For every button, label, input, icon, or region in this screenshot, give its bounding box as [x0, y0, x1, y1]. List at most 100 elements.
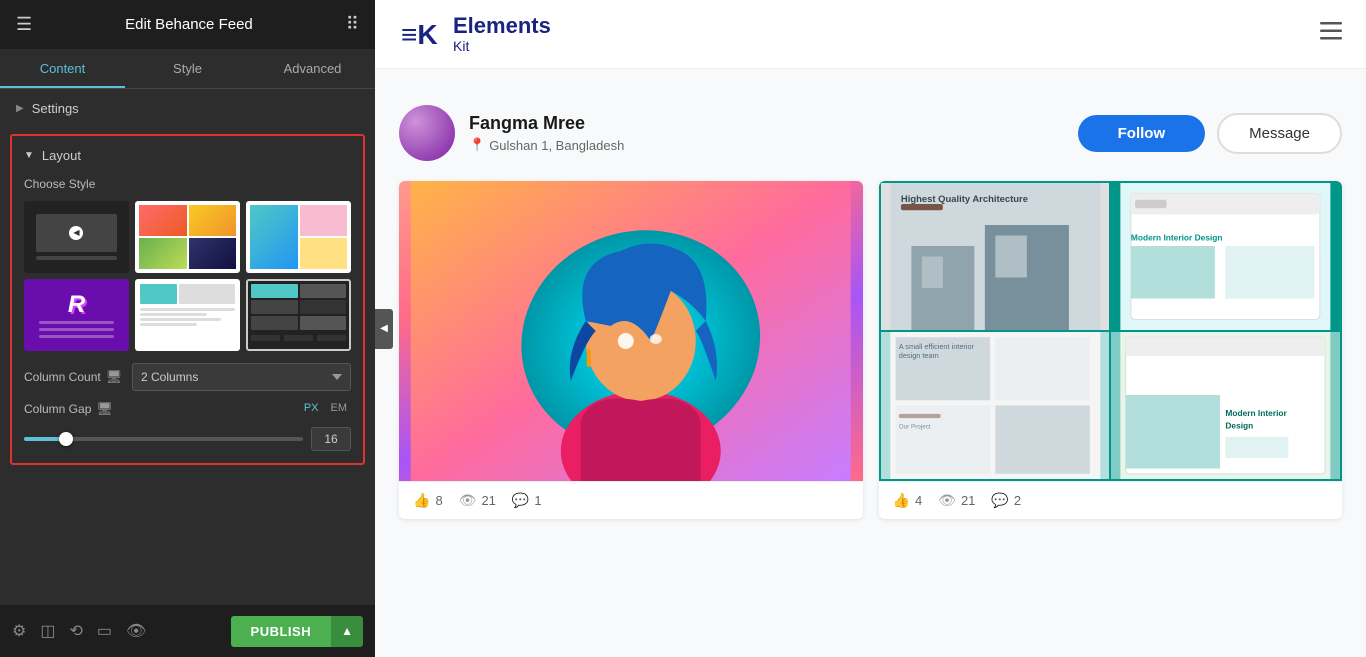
thumb-6-cell-2 [300, 284, 347, 298]
settings-label: Settings [32, 101, 79, 116]
thumb-2-cell-2 [189, 205, 237, 236]
svg-text:≡K: ≡K [401, 19, 438, 50]
unit-em-btn[interactable]: EM [327, 401, 352, 415]
thumb-3-cell-1 [250, 205, 298, 269]
tab-content[interactable]: Content [0, 49, 125, 88]
tab-style[interactable]: Style [125, 49, 250, 88]
panel-title: Edit Behance Feed [125, 16, 253, 33]
style-thumb-2[interactable] [135, 201, 240, 273]
settings-icon[interactable]: ⚙ [12, 621, 26, 641]
style-thumb-5[interactable] [135, 279, 240, 351]
history-icon[interactable]: ⟲ [69, 621, 82, 641]
responsive-icon[interactable]: ▭ [97, 621, 112, 641]
slider-thumb[interactable] [59, 432, 73, 446]
style-thumb-4[interactable]: R [24, 279, 129, 351]
monitor-icon: 🖥 [106, 369, 123, 385]
svg-text:Our Project: Our Project [898, 424, 930, 431]
thumb-4-bar-1 [39, 321, 113, 324]
preview-navbar: ≡K Elements Kit [375, 0, 1366, 69]
card-2-view-stat: 👁 21 [938, 492, 975, 509]
like-icon: 👍 [413, 492, 430, 509]
profile-header: Fangma Mree 📍 Gulshan 1, Bangladesh Foll… [399, 89, 1342, 181]
column-gap-label-row: Column Gap 🖥 PX EM [24, 401, 351, 417]
thumb-1-bar [36, 256, 117, 260]
thumb-5-col-2 [179, 284, 235, 304]
hamburger-icon[interactable]: ☰ [16, 14, 32, 35]
thumb-6-bottom-bar-1 [251, 335, 280, 341]
column-count-select[interactable]: 1 Column 2 Columns 3 Columns 4 Columns [132, 363, 351, 391]
thumb-3-cell-2 [300, 205, 348, 236]
layout-section: ▼ Layout Choose Style ◀ [10, 134, 365, 465]
preview-hamburger-icon[interactable] [1320, 22, 1342, 46]
thumb-1-arrow-icon: ◀ [69, 226, 83, 240]
svg-text:A small efficient interior: A small efficient interior [898, 342, 974, 351]
unit-selector: PX EM [132, 401, 351, 415]
panel-body: ▶ Settings ▼ Layout Choose Style ◀ [0, 89, 375, 657]
thumb-3-cell-3 [300, 238, 348, 269]
thumb-5-line-2 [140, 313, 207, 316]
column-gap-label: Column Gap 🖥 [24, 401, 124, 417]
card-2-views: 21 [961, 493, 975, 508]
card-2-comments: 2 [1014, 493, 1021, 508]
column-count-row: Column Count 🖥 1 Column 2 Columns 3 Colu… [24, 363, 351, 391]
thumb-6-cell-3 [251, 300, 298, 314]
tab-advanced[interactable]: Advanced [250, 49, 375, 88]
location-pin-icon: 📍 [469, 137, 485, 153]
svg-text:design team: design team [898, 351, 938, 360]
style-thumb-1[interactable]: ◀ [24, 201, 129, 273]
ek-logo-text-line2: Kit [453, 38, 551, 54]
publish-group: PUBLISH ▲ [231, 616, 363, 647]
portfolio-card-1: 👍 8 👁 21 💬 1 [399, 181, 863, 519]
collapse-panel-arrow[interactable]: ◀ [375, 309, 393, 349]
style-thumb-6[interactable] [246, 279, 351, 351]
layout-label: Layout [42, 148, 81, 163]
comment-icon: 💬 [512, 492, 529, 509]
layers-icon[interactable]: ◫ [40, 621, 55, 641]
card-1-comments: 1 [534, 493, 541, 508]
eye-icon[interactable]: 👁 [126, 621, 146, 641]
profile-actions: Follow Message [1078, 113, 1342, 154]
card-2-like-icon: 👍 [893, 492, 910, 509]
feed-area: Fangma Mree 📍 Gulshan 1, Bangladesh Foll… [375, 69, 1366, 657]
card-2-comment-icon: 💬 [991, 492, 1008, 509]
svg-text:Highest Quality Architecture: Highest Quality Architecture [900, 194, 1027, 205]
publish-button[interactable]: PUBLISH [231, 616, 332, 647]
publish-dropdown-button[interactable]: ▲ [331, 616, 363, 647]
thumb-6-cell-6 [300, 316, 347, 330]
thumb-2-cell-1 [139, 205, 187, 236]
svg-text:Modern Interior: Modern Interior [1226, 408, 1288, 418]
grid-icon[interactable]: ⠿ [346, 14, 359, 35]
card-1-views: 21 [481, 493, 495, 508]
card-2-likes: 4 [915, 493, 922, 508]
column-count-label: Column Count 🖥 [24, 369, 124, 385]
thumb-4-bar-2 [39, 328, 113, 331]
settings-section[interactable]: ▶ Settings [0, 89, 375, 128]
left-panel: ☰ Edit Behance Feed ⠿ Content Style Adva… [0, 0, 375, 657]
thumb-5-line-4 [140, 323, 197, 326]
ek-logo-text-line1: Elements [453, 14, 551, 38]
thumb-5-col-1 [140, 284, 177, 304]
card-2-image: Highest Quality Architecture Modern Inte… [879, 181, 1343, 481]
profile-location: 📍 Gulshan 1, Bangladesh [469, 137, 1064, 153]
unit-px-btn[interactable]: PX [300, 401, 323, 415]
arch-cell-4: Modern Interior Design [1111, 332, 1340, 479]
thumb-4-letter: R [68, 291, 85, 319]
message-button[interactable]: Message [1217, 113, 1342, 154]
profile-info: Fangma Mree 📍 Gulshan 1, Bangladesh [469, 113, 1064, 153]
column-gap-slider-track[interactable] [24, 437, 303, 441]
column-gap-slider-row: 16 [24, 427, 351, 451]
panel-header: ☰ Edit Behance Feed ⠿ [0, 0, 375, 49]
follow-button[interactable]: Follow [1078, 115, 1206, 152]
thumb-4-bar-3 [39, 335, 113, 338]
card-2-view-icon: 👁 [938, 492, 956, 509]
card-2-comment-stat: 💬 2 [991, 492, 1021, 509]
ek-logo-svg: ≡K [399, 12, 443, 56]
avatar-image [399, 105, 455, 161]
card-1-like-stat: 👍 8 [413, 492, 443, 509]
card-1-stats: 👍 8 👁 21 💬 1 [399, 481, 863, 519]
svg-text:Design: Design [1226, 421, 1254, 431]
style-thumb-3[interactable] [246, 201, 351, 273]
style-grid: ◀ R [24, 201, 351, 351]
layout-section-header[interactable]: ▼ Layout [24, 148, 351, 163]
column-gap-value[interactable]: 16 [311, 427, 351, 451]
